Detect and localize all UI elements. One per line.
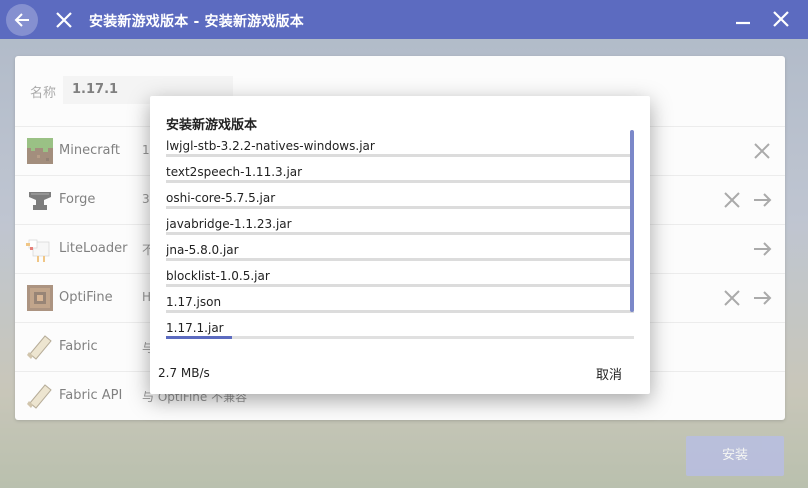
progress-track [166,258,634,261]
download-item: 1.17.1.jar [166,314,634,340]
progress-fill [166,154,634,157]
dialog-title: 安装新游戏版本 [166,118,258,133]
download-item: blocklist-1.0.5.jar [166,262,634,288]
progress-track [166,336,634,339]
file-name: blocklist-1.0.5.jar [166,269,270,283]
download-item: 1.17.json [166,288,634,314]
window-close-button[interactable] [770,8,792,30]
close-icon [56,12,72,28]
title-bar: 安装新游戏版本 - 安装新游戏版本 [0,0,808,39]
file-name: text2speech-1.11.3.jar [166,165,303,179]
file-name: jna-5.8.0.jar [166,243,239,257]
download-item: jna-5.8.0.jar [166,236,634,262]
progress-fill [166,284,634,287]
close-icon [773,11,789,27]
minimize-button[interactable] [732,8,754,30]
download-file-list: lwjgl-stb-3.2.2-natives-windows.jar text2… [166,132,636,344]
progress-fill [166,206,634,209]
file-list-scrollbar[interactable] [630,130,634,312]
file-name: 1.17.json [166,295,222,309]
close-button[interactable] [52,8,76,32]
download-item: oshi-core-5.7.5.jar [166,184,634,210]
download-speed: 2.7 MB/s [158,366,210,380]
progress-fill [166,310,634,313]
progress-track [166,206,634,209]
progress-track [166,284,634,287]
progress-fill [166,232,634,235]
progress-track [166,180,634,183]
window-title: 安装新游戏版本 - 安装新游戏版本 [89,14,304,30]
file-name: javabridge-1.1.23.jar [166,217,292,231]
progress-fill [166,336,232,339]
progress-track [166,310,634,313]
progress-fill [166,258,634,261]
download-dialog: 安装新游戏版本 lwjgl-stb-3.2.2-natives-windows.… [150,96,650,394]
download-item: lwjgl-stb-3.2.2-natives-windows.jar [166,132,634,158]
cancel-button[interactable]: 取消 [596,364,622,383]
download-item: javabridge-1.1.23.jar [166,210,634,236]
progress-track [166,154,634,157]
progress-track [166,232,634,235]
file-name: lwjgl-stb-3.2.2-natives-windows.jar [166,139,375,153]
arrow-left-icon [14,13,29,27]
file-name: oshi-core-5.7.5.jar [166,191,276,205]
minimize-icon [736,21,750,25]
progress-fill [166,180,634,183]
back-button[interactable] [6,4,38,36]
file-name: 1.17.1.jar [166,321,224,335]
download-item: text2speech-1.11.3.jar [166,158,634,184]
